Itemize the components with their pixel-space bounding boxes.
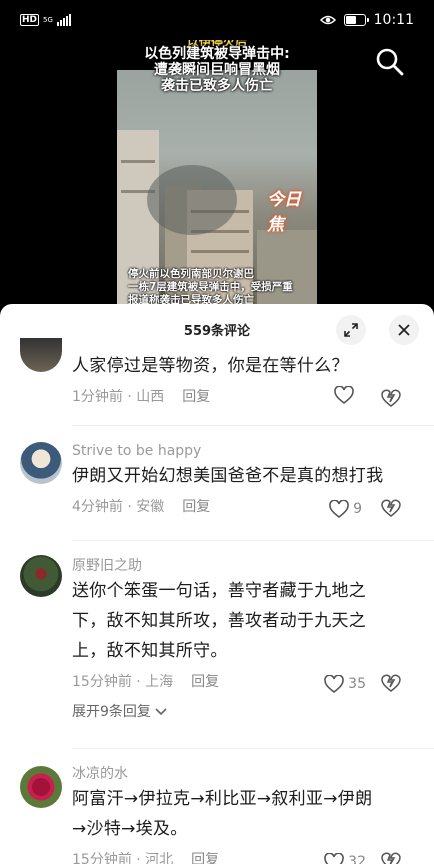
comment-meta: 4分钟前 · 安徽 回复 9 xyxy=(72,494,416,520)
comment-text-line: 下，敌不知其所攻，善攻者动于九天之 xyxy=(72,611,367,631)
title-line: 遭袭瞬间巨响冒黑烟 xyxy=(154,62,280,78)
avatar[interactable] xyxy=(20,555,62,597)
comment-body: 原野旧之助 送你个笨蛋一句话，善守者藏于九地之 下，敌不知其所攻，善攻者动于九天… xyxy=(72,556,416,725)
window-row xyxy=(191,250,249,253)
comment-item: 人家停过是等物资，你是在等什么？ 1分钟前 · 山西 回复 xyxy=(0,334,434,430)
dislike-icon[interactable] xyxy=(380,671,402,693)
video-caption: 停火前以色列南部贝尔谢巴 一栋7层建筑被导弹击中，受损严重 报道称袭击已导致多人… xyxy=(128,268,313,307)
heart-icon xyxy=(324,853,344,864)
like-button[interactable]: 9 xyxy=(329,496,362,522)
comment-text-line: 阿富汗→伊拉克→利比亚→叙利亚→伊朗 xyxy=(72,789,373,809)
heart-icon xyxy=(324,675,344,693)
status-bar: HD 5G 10:11 xyxy=(0,0,434,40)
expand-replies-button[interactable]: 展开9条回复 xyxy=(72,699,416,725)
reply-button[interactable]: 回复 xyxy=(191,852,219,864)
divider xyxy=(72,425,434,426)
expand-replies-label: 展开9条回复 xyxy=(72,704,151,720)
title-line: 以色列建筑被导弹击中: xyxy=(144,46,290,62)
comment-meta: 1分钟前 · 山西 回复 xyxy=(72,384,416,410)
divider xyxy=(72,540,434,541)
hd-indicator: HD xyxy=(20,14,40,26)
like-count: 32 xyxy=(348,854,366,864)
comment-time-location: 4分钟前 · 安徽 xyxy=(72,499,165,515)
comment-username[interactable]: 冰凉的水 xyxy=(72,764,416,784)
status-right: 10:11 xyxy=(319,12,414,28)
like-button[interactable]: 32 xyxy=(324,849,366,864)
comment-time-location: 15分钟前 · 上海 xyxy=(72,674,174,690)
comment-text-line: 送你个笨蛋一句话，善守者藏于九地之 xyxy=(72,581,367,601)
status-left: HD 5G xyxy=(20,14,71,26)
chevron-down-icon xyxy=(155,708,167,716)
smoke-cloud xyxy=(147,165,237,235)
video-title-overlay: 以伊停火后 以色列建筑被导弹击中: 遭袭瞬间巨响冒黑烟 袭击已致多人伤亡 xyxy=(117,40,317,94)
reply-button[interactable]: 回复 xyxy=(182,499,210,515)
comment-text: 伊朗又开始幻想美国爸爸不是真的想打我 xyxy=(72,466,384,486)
comment-text-line: 上，敌不知其所守。 xyxy=(72,641,228,661)
reply-button[interactable]: 回复 xyxy=(182,389,210,405)
search-icon[interactable] xyxy=(374,46,406,78)
comment-text-line: →沙特→埃及。 xyxy=(72,819,188,839)
comment-username[interactable]: Strive to be happy xyxy=(72,441,416,461)
avatar[interactable] xyxy=(20,442,62,484)
comment-body: 人家停过是等物资，你是在等什么？ 1分钟前 · 山西 回复 xyxy=(72,351,416,410)
battery-icon xyxy=(343,14,369,26)
caption-line: 一栋7层建筑被导弹击中，受损严重 xyxy=(128,281,293,293)
like-count: 35 xyxy=(348,676,366,692)
network-type: 5G xyxy=(43,16,53,24)
comment-item: 原野旧之助 送你个笨蛋一句话，善守者藏于九地之 下，敌不知其所攻，善攻者动于九天… xyxy=(0,553,434,743)
comment-sheet: 559条评论 人家停过是等物资，你是在等什么？ 1分钟前 · 山西 回复 Str… xyxy=(0,304,434,864)
comment-meta: 15分钟前 · 上海 回复 35 xyxy=(72,669,416,695)
divider xyxy=(72,748,434,749)
video-player[interactable]: 今日焦 以伊停火后 以色列建筑被导弹击中: 遭袭瞬间巨响冒黑烟 袭击已致多人伤亡… xyxy=(0,40,434,310)
dislike-icon[interactable] xyxy=(380,386,402,408)
like-button[interactable] xyxy=(334,386,354,404)
heart-icon xyxy=(334,386,354,404)
dislike-icon[interactable] xyxy=(380,496,402,518)
dislike-icon[interactable] xyxy=(380,849,402,864)
comment-body: Strive to be happy 伊朗又开始幻想美国爸爸不是真的想打我 4分… xyxy=(72,441,416,520)
reply-button[interactable]: 回复 xyxy=(191,674,219,690)
comment-item: Strive to be happy 伊朗又开始幻想美国爸爸不是真的想打我 4分… xyxy=(0,438,434,538)
comment-time-location: 15分钟前 · 河北 xyxy=(72,852,174,864)
comment-text: 人家停过是等物资，你是在等什么？ xyxy=(72,356,349,376)
avatar[interactable] xyxy=(20,766,62,808)
comment-item: 冰凉的水 阿富汗→伊拉克→利比亚→叙利亚→伊朗 →沙特→埃及。 15分钟前 · … xyxy=(0,764,434,864)
comment-time-location: 1分钟前 · 山西 xyxy=(72,389,165,405)
heart-icon xyxy=(329,500,349,518)
comment-username[interactable]: 原野旧之助 xyxy=(72,556,416,576)
window-row xyxy=(121,160,155,163)
comment-meta: 15分钟前 · 河北 回复 32 xyxy=(72,847,416,864)
comment-body: 冰凉的水 阿富汗→伊拉克→利比亚→叙利亚→伊朗 →沙特→埃及。 15分钟前 · … xyxy=(72,764,416,864)
like-button[interactable]: 35 xyxy=(324,671,366,697)
news-badge: 今日焦 xyxy=(267,190,301,235)
title-line: 袭击已致多人伤亡 xyxy=(161,78,273,94)
signal-icon xyxy=(56,14,71,26)
like-count: 9 xyxy=(353,501,362,517)
eye-comfort-icon xyxy=(319,15,336,25)
caption-line: 停火前以色列南部贝尔谢巴 xyxy=(128,268,254,280)
clock: 10:11 xyxy=(373,12,414,28)
avatar[interactable] xyxy=(20,338,62,372)
